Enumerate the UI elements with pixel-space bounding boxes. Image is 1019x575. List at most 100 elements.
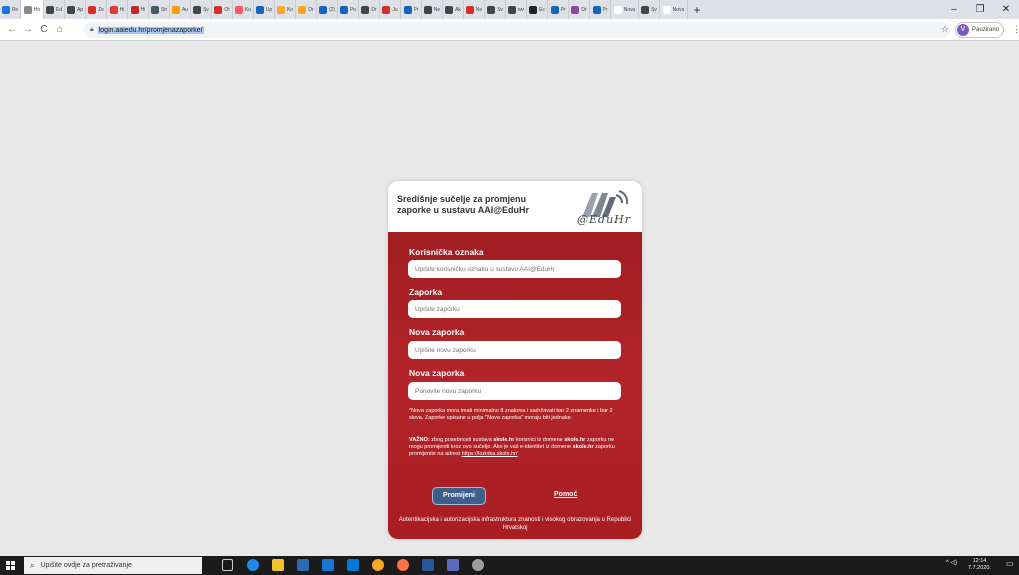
help-link[interactable]: Pomoć	[554, 491, 577, 498]
favicon-icon	[550, 5, 559, 14]
browser-tab[interactable]: Nova	[660, 0, 688, 19]
task-view-icon[interactable]	[222, 559, 233, 571]
back-icon[interactable]: ←	[4, 24, 20, 35]
restore-button[interactable]: ❐	[967, 0, 993, 19]
file-explorer-icon[interactable]	[272, 559, 284, 571]
favicon-icon	[613, 5, 622, 14]
browser-tab[interactable]: wv	[506, 0, 527, 19]
minimize-button[interactable]: –	[941, 0, 967, 19]
start-button[interactable]	[0, 556, 20, 575]
favicon-icon	[445, 5, 454, 14]
browser-tab[interactable]: Dr	[359, 0, 380, 19]
system-tray[interactable]: ^ ◁)	[946, 559, 957, 566]
lozinka-link[interactable]: https://lozinka.skole.hr/	[462, 451, 518, 457]
browser-tab[interactable]: Up	[254, 0, 275, 19]
new-password-input[interactable]	[408, 341, 621, 359]
repeat-password-input[interactable]	[408, 382, 621, 400]
edge-icon[interactable]	[247, 559, 259, 571]
tab-label: Ed	[55, 6, 63, 13]
tab-label: Str	[160, 6, 168, 13]
browser-tab[interactable]: Hi	[128, 0, 149, 19]
browser-tab[interactable]: Sv	[191, 0, 212, 19]
browser-tab[interactable]: Ap	[65, 0, 86, 19]
card-header: Središnje sučelje za promjenu zaporke u …	[388, 181, 642, 232]
reload-icon[interactable]: C	[36, 24, 52, 35]
taskbar-search[interactable]: ⌕ Upišite ovdje za pretraživanje	[24, 557, 202, 574]
browser-tab[interactable]: (2)	[317, 0, 338, 19]
new-password-label: Nova zaporka	[409, 327, 465, 337]
browser-tab[interactable]: Hi	[107, 0, 128, 19]
browser-tab[interactable]: Ak	[443, 0, 464, 19]
home-icon[interactable]: ⌂	[52, 24, 68, 35]
tab-label: Pr	[602, 6, 608, 13]
favicon-icon	[662, 5, 671, 14]
browser-tab[interactable]: Ju	[380, 0, 401, 19]
tab-label: Pr	[560, 6, 566, 13]
clock[interactable]: 12:14 7.7.2020.	[968, 558, 991, 572]
tab-label: Dr	[308, 6, 314, 13]
paint-icon[interactable]	[472, 559, 484, 571]
mail-icon[interactable]	[322, 559, 334, 571]
username-input[interactable]	[408, 260, 621, 278]
browser-tab[interactable]: Str	[149, 0, 170, 19]
browser-tab[interactable]: Sv	[485, 0, 506, 19]
tab-label: Dr	[581, 6, 587, 13]
browser-tab[interactable]: Ed	[44, 0, 65, 19]
password-label: Zaporka	[409, 287, 443, 297]
url-text: login.aaiedu.hr/promjenazaporke/	[97, 26, 204, 34]
new-tab-button[interactable]: +	[688, 0, 706, 19]
favicon-icon	[45, 5, 54, 14]
url-input[interactable]: 🔒︎ login.aaiedu.hr/promjenazaporke/	[84, 22, 950, 38]
browser-tab[interactable]: Dr	[296, 0, 317, 19]
browser-tab[interactable]: Ko	[275, 0, 296, 19]
tab-label: Ju	[392, 6, 398, 13]
menu-icon[interactable]: ⋮	[1012, 24, 1019, 35]
browser-tab[interactable]: Nova	[611, 0, 639, 19]
favicon-icon	[318, 5, 327, 14]
password-input[interactable]	[408, 300, 621, 318]
tab-label: Re	[11, 6, 19, 13]
form-body: Korisnička oznaka Zaporka Nova zaporka N…	[388, 232, 642, 539]
browser-tab[interactable]: Pr	[401, 0, 422, 19]
page-title: Središnje sučelje za promjenu zaporke u …	[397, 194, 529, 215]
browser-tab[interactable]: Po	[338, 0, 359, 19]
favicon-icon	[130, 5, 139, 14]
bookmark-star-icon[interactable]: ☆	[941, 24, 949, 35]
browser-tab[interactable]: Re	[0, 0, 21, 19]
browser-tab[interactable]: Pr	[590, 0, 611, 19]
favicon-icon	[193, 5, 202, 14]
logo-text: @EduHr	[577, 213, 632, 226]
app-icon[interactable]	[347, 559, 359, 571]
tab-strip: Re Ho Ed Ap Ze Hi Hi Str Au Sv Ot Ko Up Ko Dr (2) Po Dr Ju…	[0, 0, 1019, 19]
profile-button[interactable]: V Pauzirano	[955, 22, 1005, 38]
address-bar: ← → C ⌂ 🔒︎ login.aaiedu.hr/promjenazapor…	[0, 19, 1019, 41]
opera-icon[interactable]	[397, 559, 409, 571]
browser-tab[interactable]: Au	[170, 0, 191, 19]
forward-icon[interactable]: →	[20, 24, 36, 35]
browser-tab[interactable]: Pr	[548, 0, 569, 19]
word-icon[interactable]	[422, 559, 434, 571]
notification-icon[interactable]: ▭	[1006, 559, 1014, 568]
browser-tab[interactable]: Ot	[212, 0, 233, 19]
browser-tab[interactable]: Ho	[21, 0, 44, 19]
tab-label: Hi	[119, 6, 125, 13]
browser-tab[interactable]: Ze	[86, 0, 107, 19]
favicon-icon	[298, 5, 307, 14]
browser-tab[interactable]: Ec	[527, 0, 548, 19]
network-app-icon[interactable]	[447, 559, 459, 571]
browser-tab[interactable]: Ko	[233, 0, 254, 19]
submit-button[interactable]: Promijeni	[432, 487, 486, 505]
browser-tab[interactable]: Ne	[422, 0, 443, 19]
browser-tab[interactable]: Dr	[569, 0, 590, 19]
tab-label: Ko	[286, 6, 294, 13]
close-window-button[interactable]: ✕	[993, 0, 1019, 19]
tab-label: Ec	[539, 6, 545, 13]
browser-tab[interactable]: Ne	[464, 0, 485, 19]
windows-icon	[5, 561, 15, 570]
tab-label: Nova	[623, 6, 636, 13]
chrome-icon[interactable]	[372, 559, 384, 571]
browser-tab[interactable]: Sv	[639, 0, 660, 19]
store-icon[interactable]	[297, 559, 309, 571]
repeat-password-label: Nova zaporka	[409, 368, 465, 378]
favicon-icon	[529, 5, 538, 14]
